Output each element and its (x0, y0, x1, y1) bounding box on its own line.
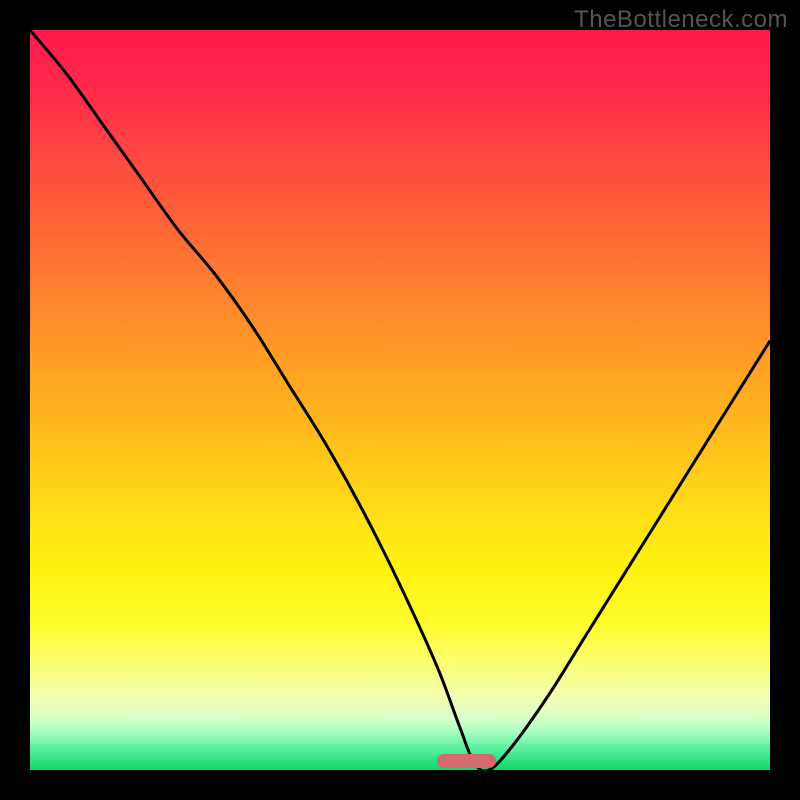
plot-area (30, 30, 770, 770)
min-marker-pill (437, 754, 496, 768)
bottleneck-curve-path (30, 30, 770, 770)
chart-stage: TheBottleneck.com (0, 0, 800, 800)
curve-layer (30, 30, 770, 770)
watermark-text: TheBottleneck.com (574, 6, 788, 34)
